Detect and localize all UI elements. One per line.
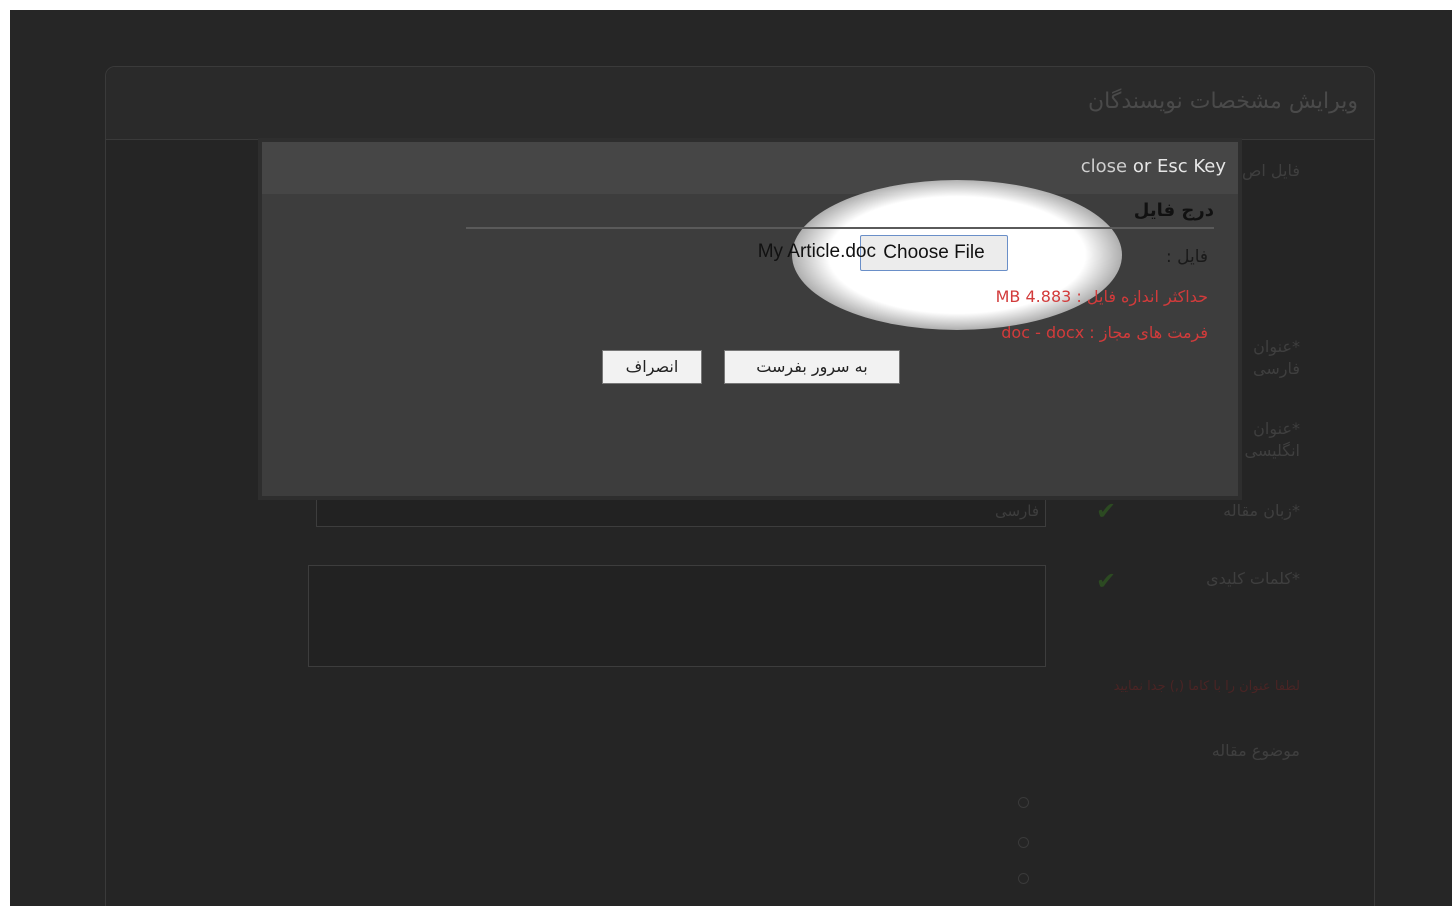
section-divider xyxy=(466,227,1214,229)
dimmed-page: ویرایش مشخصات نویسندگان فایل اص *عنوان ف… xyxy=(10,10,1452,906)
subject-label: موضوع مقاله xyxy=(1211,741,1300,760)
persian-title-label-2: فارسی xyxy=(1253,359,1300,378)
subject-option-radio-2[interactable] xyxy=(1018,837,1029,848)
cancel-button[interactable]: انصراف xyxy=(602,350,702,384)
submit-to-server-button[interactable]: به سرور بفرست xyxy=(724,350,900,384)
keywords-valid-check-icon: ✔ xyxy=(1096,567,1117,595)
article-language-value: فارسی xyxy=(994,502,1039,520)
keywords-label: *کلمات کلیدی xyxy=(1206,569,1300,588)
upload-modal: close or Esc Key درج فایل فایل : Choose … xyxy=(258,138,1242,500)
allowed-formats-text: فرمت های مجاز : doc - docx xyxy=(1001,323,1208,342)
file-label: فایل : xyxy=(1165,247,1208,267)
english-title-label-2: انگلیسی xyxy=(1244,441,1300,460)
close-or-text: or xyxy=(1132,156,1152,177)
selected-file-name: My Article.doc xyxy=(757,241,876,262)
main-file-label: فایل اص xyxy=(1242,161,1300,180)
keywords-hint: لطفا عنوان را با کاما (,) جدا نمایید xyxy=(1113,679,1300,694)
close-key-text: Esc Key xyxy=(1156,156,1226,177)
english-title-label-1: *عنوان xyxy=(1253,419,1300,438)
choose-file-button[interactable]: Choose File xyxy=(860,235,1008,271)
article-language-label: *زبان مقاله xyxy=(1223,501,1300,520)
max-file-size-text: حداکثر اندازه فایل : 4.883 MB xyxy=(995,287,1208,306)
modal-close-link[interactable]: close or Esc Key xyxy=(1081,156,1226,177)
modal-titlebar: close or Esc Key xyxy=(262,142,1238,194)
subject-option-radio-1[interactable] xyxy=(1018,797,1029,808)
panel-header: ویرایش مشخصات نویسندگان xyxy=(106,67,1374,140)
language-valid-check-icon: ✔ xyxy=(1096,497,1117,525)
keywords-textarea[interactable] xyxy=(308,565,1046,667)
close-text[interactable]: close xyxy=(1081,156,1127,177)
subject-option-radio-3[interactable] xyxy=(1018,873,1029,884)
page-title: ویرایش مشخصات نویسندگان xyxy=(1087,89,1358,114)
persian-title-label-1: *عنوان xyxy=(1253,337,1300,356)
upload-section-title: درج فایل xyxy=(1133,200,1214,221)
